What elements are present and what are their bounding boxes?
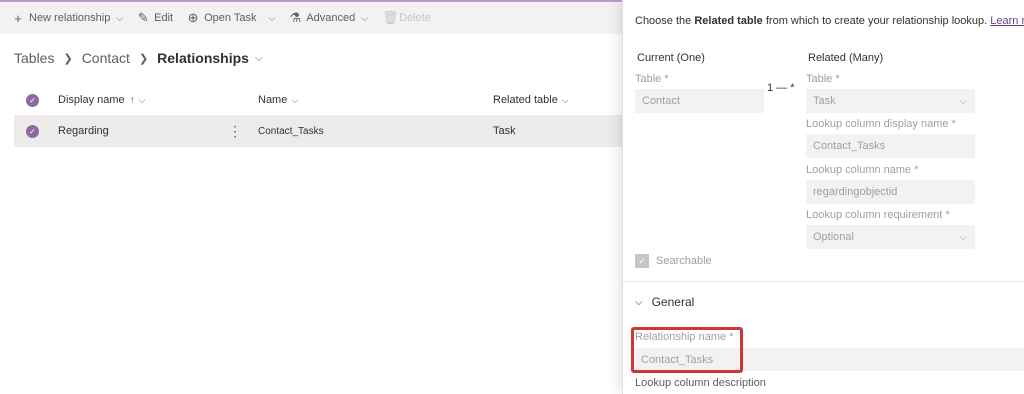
label-text: Lookup column display name	[806, 118, 949, 130]
lookup-name-label: Lookup column name *	[806, 164, 919, 176]
chevron-right-icon: ❯	[63, 52, 73, 65]
pencil-icon: ✎	[137, 10, 149, 25]
required-mark: *	[951, 118, 956, 130]
breadcrumb: Tables ❯ Contact ❯ Relationships ⌵	[14, 50, 263, 66]
relationship-panel: Choose the Related table from which to c…	[622, 0, 1024, 394]
advanced-icon: ⚗	[289, 10, 302, 25]
field-value: regardingobjectid	[813, 186, 898, 198]
chevron-down-icon[interactable]: ⌵	[269, 13, 276, 24]
current-heading: Current (One)	[637, 52, 705, 64]
breadcrumb-contact[interactable]: Contact	[82, 50, 130, 66]
lookup-name-field[interactable]: regardingobjectid	[806, 180, 975, 204]
checkmark-icon: ✓	[635, 254, 649, 268]
checkmark-icon: ✓	[26, 93, 39, 107]
row-checkbox[interactable]: ✓	[26, 115, 39, 147]
lookup-display-name-label: Lookup column display name *	[806, 118, 956, 130]
lookup-display-name-field[interactable]: Contact_Tasks	[806, 134, 975, 158]
chevron-down-icon: ⌵	[561, 94, 569, 105]
plus-icon: +	[14, 10, 22, 26]
highlight-box	[631, 327, 743, 373]
edit-label: Edit	[154, 12, 174, 24]
row-name: Contact_Tasks	[258, 125, 324, 137]
breadcrumb-tables[interactable]: Tables	[14, 50, 54, 66]
field-value: Task	[813, 95, 836, 107]
section-divider	[623, 281, 1024, 282]
field-value: Contact	[642, 95, 680, 107]
select-all-checkbox[interactable]: ✓	[26, 86, 39, 114]
related-table-dropdown[interactable]: Task ⌵	[806, 89, 975, 113]
related-heading: Related (Many)	[808, 52, 884, 64]
edit-button[interactable]: ✎ Edit	[137, 10, 173, 26]
intro-prefix: Choose the	[635, 15, 695, 27]
required-mark: *	[664, 73, 669, 85]
sort-ascending-icon: ↑	[129, 94, 135, 106]
column-header-name[interactable]: Name ⌵	[258, 86, 298, 114]
open-task-label: Open Task	[204, 12, 257, 24]
table-row[interactable]: ✓ Regarding ⋮ Contact_Tasks Task	[14, 115, 622, 147]
column-header-related-table[interactable]: Related table ⌵	[493, 86, 569, 114]
delete-label: Delete	[399, 12, 431, 24]
general-section-label: General	[651, 295, 695, 309]
chevron-right-icon: ❯	[138, 52, 149, 65]
current-table-field: Contact	[635, 89, 764, 113]
general-section-toggle[interactable]: ⌵ General	[635, 295, 694, 309]
required-mark: *	[835, 73, 840, 85]
chevron-down-icon: ⌵	[959, 231, 967, 243]
panel-intro: Choose the Related table from which to c…	[635, 15, 1024, 27]
link-icon: ⊕	[187, 10, 199, 25]
chevron-down-icon: ⌵	[361, 12, 369, 23]
field-value: Contact_Tasks	[813, 140, 886, 152]
intro-bold: Related table	[694, 15, 763, 27]
row-related-table: Task	[493, 125, 516, 137]
chevron-down-icon[interactable]: ⌵	[116, 13, 123, 24]
intro-suffix: from which to create your relationship l…	[762, 15, 991, 27]
chevron-down-icon: ⌵	[291, 94, 299, 105]
searchable-checkbox[interactable]: ✓ Searchable	[635, 254, 712, 268]
lookup-description-label: Lookup column description	[635, 377, 766, 389]
related-table-label: Table *	[806, 73, 840, 85]
row-display-name[interactable]: Regarding	[58, 115, 109, 147]
lookup-requirement-dropdown[interactable]: Optional ⌵	[806, 225, 975, 249]
advanced-button[interactable]: ⚗ Advanced ⌵	[289, 10, 369, 26]
column-header-label: Display name	[58, 94, 125, 106]
cardinality-indicator: 1 — *	[767, 82, 795, 94]
label-text: Table	[635, 73, 662, 85]
chevron-down-icon: ⌵	[959, 95, 967, 107]
column-header-display-name[interactable]: Display name ↑ ⌵	[58, 86, 145, 114]
label-text: Lookup column name	[806, 164, 912, 176]
column-header-label: Name	[258, 94, 288, 106]
more-options-icon[interactable]: ⋮	[228, 115, 242, 147]
advanced-label: Advanced	[306, 12, 356, 24]
label-text: Lookup column requirement	[806, 209, 943, 221]
required-mark: *	[914, 164, 919, 176]
trash-icon: 🗑	[382, 10, 399, 25]
grid-header: ✓ Display name ↑ ⌵ Name ⌵ Related table …	[14, 86, 622, 114]
column-header-label: Related table	[493, 94, 558, 106]
delete-button[interactable]: 🗑 Delete	[382, 10, 431, 26]
breadcrumb-relationships[interactable]: Relationships	[157, 50, 249, 66]
new-relationship-label: New relationship	[29, 12, 111, 24]
chevron-down-icon: ⌵	[138, 94, 146, 105]
checkmark-icon: ✓	[26, 124, 39, 138]
chevron-down-icon: ⌵	[635, 296, 643, 308]
learn-more-link[interactable]: Learn more	[990, 15, 1024, 27]
field-value: Optional	[813, 231, 854, 243]
new-relationship-button[interactable]: + New relationship ⌵	[12, 11, 123, 26]
command-bar: + New relationship ⌵ ✎ Edit ⊕ Open Task …	[0, 2, 622, 34]
searchable-label: Searchable	[656, 255, 712, 267]
current-table-label: Table *	[635, 73, 669, 85]
open-task-button[interactable]: ⊕ Open Task ⌵	[187, 10, 276, 26]
chevron-down-icon[interactable]: ⌵	[255, 53, 263, 64]
required-mark: *	[945, 209, 950, 221]
lookup-requirement-label: Lookup column requirement *	[806, 209, 950, 221]
label-text: Table	[806, 73, 833, 85]
